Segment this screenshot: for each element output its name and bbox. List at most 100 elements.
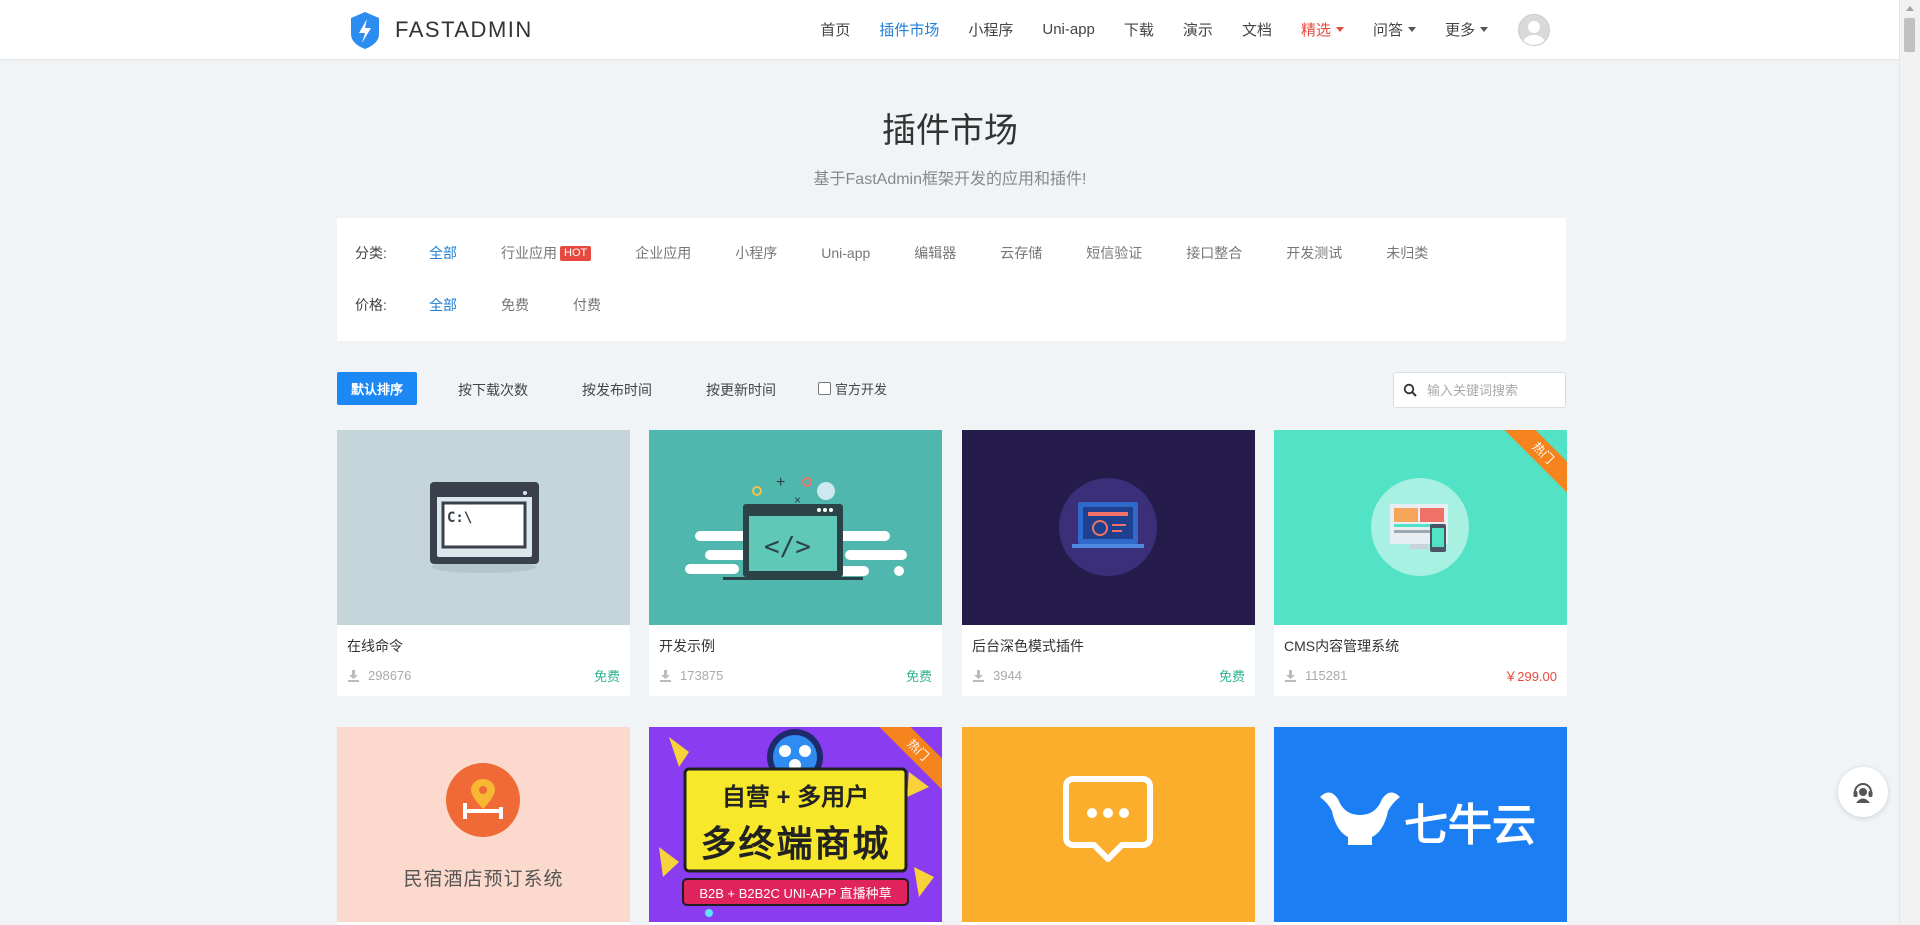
category-all[interactable]: 全部 bbox=[429, 243, 457, 263]
plugin-card[interactable]: </> + × 开发示例 173875 免费 bbox=[649, 430, 942, 696]
plugin-name[interactable]: CMS内容管理系统 bbox=[1284, 636, 1399, 656]
scroll-up-icon[interactable] bbox=[1906, 6, 1914, 11]
category-sms[interactable]: 短信验证 bbox=[1086, 243, 1142, 263]
nav-label: 问答 bbox=[1372, 22, 1403, 39]
nav-label: 首页 bbox=[820, 22, 851, 39]
main-nav: 首页 插件市场 小程序 Uni-app 下载 演示 文档 精选 问答 更多 bbox=[791, 0, 1550, 59]
user-icon bbox=[1523, 20, 1545, 45]
search-box[interactable] bbox=[1393, 372, 1566, 408]
plugin-meta: 298676 免费 bbox=[347, 667, 620, 684]
price-tag: ￥299.00 bbox=[1504, 668, 1557, 684]
price-all[interactable]: 全部 bbox=[429, 295, 457, 315]
page-title: 插件市场 bbox=[882, 112, 1018, 150]
customer-service-button[interactable] bbox=[1838, 767, 1888, 817]
search-input[interactable] bbox=[1425, 381, 1557, 399]
user-avatar[interactable] bbox=[1518, 13, 1550, 46]
price-paid[interactable]: 付费 bbox=[573, 295, 601, 315]
category-editor[interactable]: 编辑器 bbox=[914, 243, 956, 263]
plugin-card[interactable]: 后台深色模式插件 3944 免费 bbox=[962, 430, 1255, 696]
nav-miniprogram[interactable]: 小程序 bbox=[968, 19, 1013, 40]
plugin-meta: 3944 免费 bbox=[972, 667, 1245, 684]
top-navbar: FASTADMIN 首页 插件市场 小程序 Uni-app 下载 演示 文档 精… bbox=[0, 0, 1900, 60]
nav-uniapp[interactable]: Uni-app bbox=[1042, 21, 1095, 38]
plugin-name[interactable]: 后台深色模式插件 bbox=[972, 636, 1084, 656]
nav-label: 小程序 bbox=[968, 22, 1014, 39]
lightning-logo-icon bbox=[351, 12, 379, 49]
download-icon bbox=[348, 669, 359, 682]
nav-download[interactable]: 下载 bbox=[1124, 19, 1154, 40]
plugin-card[interactable]: 自营 + 多用户 多终端商城 B2B + B2B2C UNI-APP 直播种草 … bbox=[649, 727, 942, 925]
qiniu-logo-text: 七牛云 bbox=[1404, 801, 1536, 850]
plugin-thumbnail: </> + × bbox=[649, 430, 942, 625]
price-label: 价格: bbox=[355, 297, 387, 313]
plugin-card[interactable] bbox=[962, 727, 1255, 925]
nav-plugin-market[interactable]: 插件市场 bbox=[879, 19, 939, 40]
plugin-card[interactable]: 七牛云 bbox=[1274, 727, 1567, 925]
category-industry[interactable]: 行业应用 HOT bbox=[501, 243, 592, 263]
cms-devices-icon bbox=[1371, 478, 1469, 576]
nav-docs[interactable]: 文档 bbox=[1242, 19, 1272, 40]
official-filter[interactable]: 官方开发 bbox=[818, 379, 887, 398]
code-window-icon: </> + × bbox=[685, 474, 907, 580]
mall-line3: B2B + B2B2C UNI-APP 直播种草 bbox=[699, 886, 892, 901]
caret-down-icon bbox=[1335, 27, 1344, 32]
download-count: 173875 bbox=[680, 667, 724, 683]
category-uniapp[interactable]: Uni-app bbox=[821, 245, 870, 261]
category-miniprogram[interactable]: 小程序 bbox=[735, 243, 777, 263]
nav-demo[interactable]: 演示 bbox=[1183, 19, 1213, 40]
support-agent-icon bbox=[1853, 783, 1873, 803]
price-tag: 免费 bbox=[905, 668, 932, 684]
download-icon bbox=[973, 669, 984, 682]
page-scrollbar[interactable] bbox=[1899, 0, 1920, 925]
nav-label: 下载 bbox=[1123, 22, 1154, 39]
brand-name: FASTADMIN bbox=[395, 17, 533, 42]
scroll-thumb[interactable] bbox=[1904, 18, 1915, 52]
category-api[interactable]: 接口整合 bbox=[1186, 243, 1242, 263]
plugin-thumbnail bbox=[962, 727, 1255, 922]
category-filter-row: 分类: 全部 行业应用 HOT 企业应用 小程序 Uni-app 编辑器 云存储 … bbox=[355, 243, 1472, 263]
category-cloud-storage[interactable]: 云存储 bbox=[1000, 243, 1042, 263]
terminal-window-icon: C:\ bbox=[430, 482, 539, 573]
plugin-meta: 115281 ￥299.00 bbox=[1284, 667, 1557, 684]
plugin-name[interactable]: 开发示例 bbox=[659, 636, 715, 656]
category-enterprise[interactable]: 企业应用 bbox=[635, 243, 691, 263]
plugin-card[interactable]: 热门 CMS内容管理系统 115281 ￥299.00 bbox=[1274, 430, 1567, 696]
category-dev-test[interactable]: 开发测试 bbox=[1286, 243, 1342, 263]
nav-qa-dropdown[interactable]: 问答 bbox=[1373, 19, 1416, 40]
plugin-card[interactable]: C:\ 在线命令 298676 免费 bbox=[337, 430, 630, 696]
price-tag: 免费 bbox=[593, 668, 620, 684]
plugin-thumbnail bbox=[962, 430, 1255, 625]
nav-label: 更多 bbox=[1444, 22, 1475, 39]
download-count: 115281 bbox=[1305, 667, 1348, 683]
svg-text:+: + bbox=[776, 474, 785, 491]
plugin-thumbnail: 自营 + 多用户 多终端商城 B2B + B2B2C UNI-APP 直播种草 … bbox=[649, 727, 942, 922]
sort-default-button[interactable]: 默认排序 bbox=[337, 372, 417, 405]
caret-down-icon bbox=[1407, 27, 1416, 32]
nav-featured-dropdown[interactable]: 精选 bbox=[1301, 19, 1344, 40]
nav-label: 插件市场 bbox=[879, 22, 940, 39]
nav-more-dropdown[interactable]: 更多 bbox=[1445, 19, 1488, 40]
plugin-meta: 173875 免费 bbox=[659, 667, 932, 684]
nav-label: 演示 bbox=[1182, 22, 1213, 39]
svg-text:C:\: C:\ bbox=[447, 510, 472, 526]
price-filter-row: 价格: 全部 免费 付费 bbox=[355, 295, 645, 315]
price-tag: 免费 bbox=[1218, 668, 1245, 684]
plugin-thumbnail: 民宿酒店预订系统 bbox=[337, 727, 630, 922]
page-subtitle: 基于FastAdmin框架开发的应用和插件! bbox=[813, 171, 1087, 188]
plugin-card[interactable]: 民宿酒店预订系统 bbox=[337, 727, 630, 925]
sort-by-update-time[interactable]: 按更新时间 bbox=[706, 380, 776, 400]
category-industry-label: 行业应用 bbox=[501, 245, 557, 261]
official-label: 官方开发 bbox=[835, 382, 888, 397]
mall-line2: 多终端商城 bbox=[700, 823, 891, 864]
sort-by-downloads[interactable]: 按下载次数 bbox=[458, 380, 528, 400]
nav-home[interactable]: 首页 bbox=[820, 19, 850, 40]
brand[interactable]: FASTADMIN bbox=[347, 10, 533, 50]
download-count: 3944 bbox=[993, 667, 1022, 683]
sort-by-publish-time[interactable]: 按发布时间 bbox=[582, 380, 652, 400]
category-uncategorized[interactable]: 未归类 bbox=[1386, 243, 1428, 263]
svg-text:×: × bbox=[794, 493, 801, 507]
download-icon bbox=[1285, 669, 1296, 682]
plugin-name[interactable]: 在线命令 bbox=[347, 636, 403, 656]
official-checkbox[interactable] bbox=[818, 382, 831, 395]
price-free[interactable]: 免费 bbox=[501, 295, 529, 315]
